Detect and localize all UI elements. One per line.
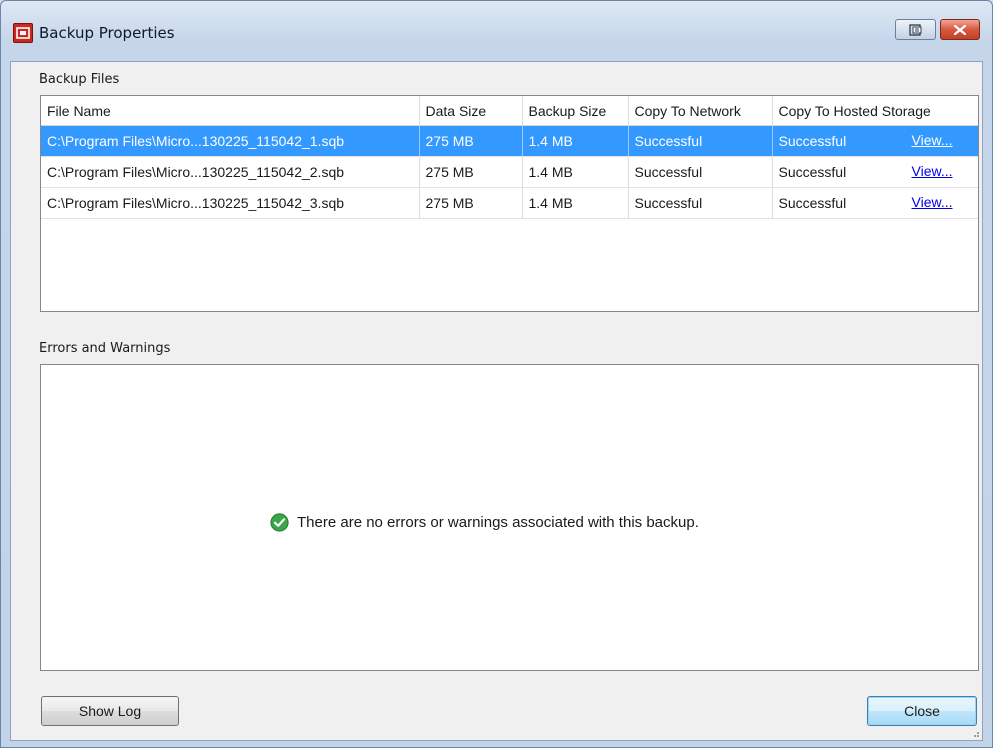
restore-icon — [908, 23, 921, 36]
data-size-cell: 275 MB — [419, 187, 523, 219]
copy-to-network-cell: Successful — [628, 156, 773, 188]
backup-properties-window: Backup Properties Backup Files File Name… — [0, 0, 993, 748]
no-errors-message: There are no errors or warnings associat… — [270, 513, 699, 532]
copy-to-hosted-status: Successful — [778, 195, 847, 211]
copy-to-hosted-cell: Successful View... — [772, 125, 978, 157]
backup-files-table[interactable]: File Name Data Size Backup Size Copy To … — [40, 95, 979, 312]
view-link[interactable]: View... — [912, 163, 953, 179]
app-icon — [13, 23, 33, 43]
resize-grip-icon[interactable] — [970, 728, 980, 738]
table-header-row: File Name Data Size Backup Size Copy To … — [41, 96, 978, 126]
file-name-cell: C:\Program Files\Micro...130225_115042_3… — [41, 187, 420, 219]
table-row[interactable]: C:\Program Files\Micro...130225_115042_2… — [41, 156, 978, 188]
file-name-cell: C:\Program Files\Micro...130225_115042_2… — [41, 156, 420, 188]
restore-button[interactable] — [895, 19, 936, 40]
table-row[interactable]: C:\Program Files\Micro...130225_115042_1… — [41, 125, 978, 157]
view-link[interactable]: View... — [912, 194, 953, 210]
show-log-button[interactable]: Show Log — [41, 696, 179, 726]
errors-and-warnings-panel: There are no errors or warnings associat… — [40, 364, 979, 671]
window-title: Backup Properties — [39, 24, 175, 42]
view-link[interactable]: View... — [912, 132, 953, 148]
close-button[interactable]: Close — [867, 696, 977, 726]
copy-to-hosted-cell: Successful View... — [772, 156, 978, 188]
backup-files-label: Backup Files — [39, 72, 120, 87]
copy-to-hosted-cell: Successful View... — [772, 187, 978, 219]
errors-and-warnings-label: Errors and Warnings — [39, 341, 171, 356]
data-size-cell: 275 MB — [419, 156, 523, 188]
no-errors-text: There are no errors or warnings associat… — [297, 514, 699, 531]
close-icon — [954, 24, 966, 35]
dialog-body: Backup Files File Name Data Size Backup … — [10, 61, 983, 741]
file-name-cell: C:\Program Files\Micro...130225_115042_1… — [41, 125, 420, 157]
data-size-cell: 275 MB — [419, 125, 523, 157]
column-header-backup-size[interactable]: Backup Size — [522, 96, 629, 126]
column-header-copy-to-network[interactable]: Copy To Network — [628, 96, 773, 126]
window-close-button[interactable] — [940, 19, 980, 40]
column-header-data-size[interactable]: Data Size — [419, 96, 523, 126]
copy-to-hosted-status: Successful — [778, 164, 847, 180]
column-header-copy-to-hosted-storage[interactable]: Copy To Hosted Storage — [772, 96, 978, 126]
title-bar[interactable]: Backup Properties — [1, 1, 992, 61]
backup-size-cell: 1.4 MB — [522, 187, 629, 219]
copy-to-hosted-status: Successful — [778, 133, 847, 149]
backup-size-cell: 1.4 MB — [522, 125, 629, 157]
copy-to-network-cell: Successful — [628, 125, 773, 157]
copy-to-network-cell: Successful — [628, 187, 773, 219]
column-header-file-name[interactable]: File Name — [41, 96, 420, 126]
table-row[interactable]: C:\Program Files\Micro...130225_115042_3… — [41, 187, 978, 219]
check-circle-icon — [270, 513, 289, 532]
backup-size-cell: 1.4 MB — [522, 156, 629, 188]
